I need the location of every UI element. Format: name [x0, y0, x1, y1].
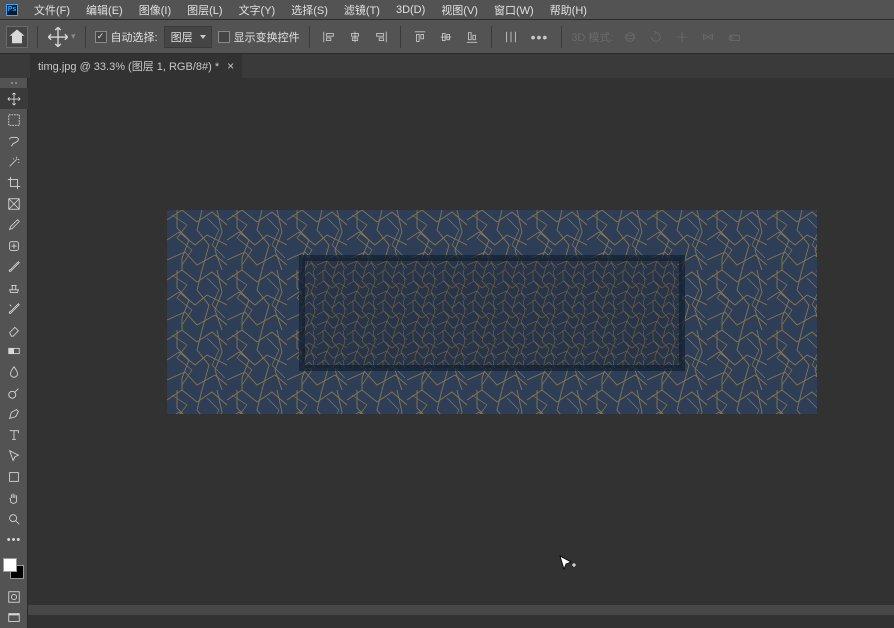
more-tools-button[interactable]: •••	[0, 529, 28, 550]
move-tool[interactable]	[0, 88, 28, 109]
separator	[37, 26, 38, 48]
shape-tool[interactable]	[0, 466, 28, 487]
auto-select-checkbox[interactable]: 自动选择:	[95, 29, 158, 45]
eraser-tool[interactable]	[0, 319, 28, 340]
align-left-button[interactable]	[319, 27, 339, 47]
document-tab[interactable]: timg.jpg @ 33.3% (图层 1, RGB/8#) * ×	[30, 54, 242, 78]
separator	[85, 26, 86, 48]
menu-layer[interactable]: 图层(L)	[179, 0, 230, 20]
mode-3d-label: 3D 模式:	[571, 29, 613, 45]
quick-mask-button[interactable]	[0, 586, 28, 607]
menu-filter[interactable]: 滤镜(T)	[336, 0, 388, 20]
auto-select-mode-value: 图层	[171, 32, 193, 44]
separator	[309, 26, 310, 48]
roll-3d-button[interactable]	[646, 27, 666, 47]
type-tool[interactable]	[0, 424, 28, 445]
menu-type[interactable]: 文字(Y)	[231, 0, 284, 20]
more-options-button[interactable]: •••	[527, 29, 553, 45]
document-tabbar: timg.jpg @ 33.3% (图层 1, RGB/8#) * ×	[0, 54, 894, 78]
status-bar	[28, 605, 894, 615]
toolbox-grip-icon[interactable]	[0, 78, 27, 88]
document-canvas[interactable]	[167, 210, 817, 414]
lasso-tool[interactable]	[0, 130, 28, 151]
show-transform-label: 显示变换控件	[234, 29, 300, 45]
menu-file[interactable]: 文件(F)	[26, 0, 78, 20]
close-tab-button[interactable]: ×	[227, 59, 234, 73]
menu-edit[interactable]: 编辑(E)	[78, 0, 131, 20]
menubar: Ps 文件(F) 编辑(E) 图像(I) 图层(L) 文字(Y) 选择(S) 滤…	[0, 0, 894, 20]
hand-tool[interactable]	[0, 487, 28, 508]
blur-tool[interactable]	[0, 361, 28, 382]
magic-wand-tool[interactable]	[0, 151, 28, 172]
separator	[491, 26, 492, 48]
screen-mode-button[interactable]	[0, 607, 28, 628]
menu-help[interactable]: 帮助(H)	[542, 0, 595, 20]
rect-marquee-tool[interactable]	[0, 109, 28, 130]
healing-brush-tool[interactable]	[0, 235, 28, 256]
dropdown-arrow-icon: ▾	[71, 31, 76, 42]
dodge-tool[interactable]	[0, 382, 28, 403]
checkbox-icon	[95, 31, 107, 43]
orbit-3d-button[interactable]	[620, 27, 640, 47]
document-tab-title: timg.jpg @ 33.3% (图层 1, RGB/8#) *	[38, 58, 219, 74]
pen-tool[interactable]	[0, 403, 28, 424]
slide-3d-button[interactable]	[698, 27, 718, 47]
separator	[400, 26, 401, 48]
menu-select[interactable]: 选择(S)	[283, 0, 336, 20]
auto-select-mode-dropdown[interactable]: 图层	[164, 26, 212, 48]
align-vcenter-button[interactable]	[436, 27, 456, 47]
scale-3d-button[interactable]	[724, 27, 744, 47]
brush-tool[interactable]	[0, 256, 28, 277]
separator	[561, 26, 562, 48]
menu-view[interactable]: 视图(V)	[433, 0, 486, 20]
menu-window[interactable]: 窗口(W)	[486, 0, 542, 20]
distribute-button[interactable]	[501, 27, 521, 47]
align-right-button[interactable]	[371, 27, 391, 47]
color-swatches[interactable]	[0, 556, 28, 582]
move-tool-indicator-icon	[47, 26, 69, 48]
menu-image[interactable]: 图像(I)	[131, 0, 179, 20]
clone-stamp-tool[interactable]	[0, 277, 28, 298]
eyedropper-tool[interactable]	[0, 214, 28, 235]
checkbox-icon	[218, 31, 230, 43]
home-icon	[7, 27, 27, 47]
show-transform-checkbox[interactable]: 显示变换控件	[218, 29, 300, 45]
toolbox: •••	[0, 78, 28, 628]
path-select-tool[interactable]	[0, 445, 28, 466]
zoom-tool[interactable]	[0, 508, 28, 529]
align-bottom-button[interactable]	[462, 27, 482, 47]
option-bar: ▾ 自动选择: 图层 显示变换控件 ••• 3D 模式:	[0, 20, 894, 54]
gradient-tool[interactable]	[0, 340, 28, 361]
align-hcenter-button[interactable]	[345, 27, 365, 47]
crop-tool[interactable]	[0, 172, 28, 193]
pan-3d-button[interactable]	[672, 27, 692, 47]
auto-select-label: 自动选择:	[111, 29, 158, 45]
home-button[interactable]	[6, 26, 28, 48]
foreground-color-swatch[interactable]	[3, 558, 17, 572]
align-top-button[interactable]	[410, 27, 430, 47]
history-brush-tool[interactable]	[0, 298, 28, 319]
menu-3d[interactable]: 3D(D)	[388, 2, 433, 18]
app-logo-icon: Ps	[6, 4, 18, 16]
frame-tool[interactable]	[0, 193, 28, 214]
